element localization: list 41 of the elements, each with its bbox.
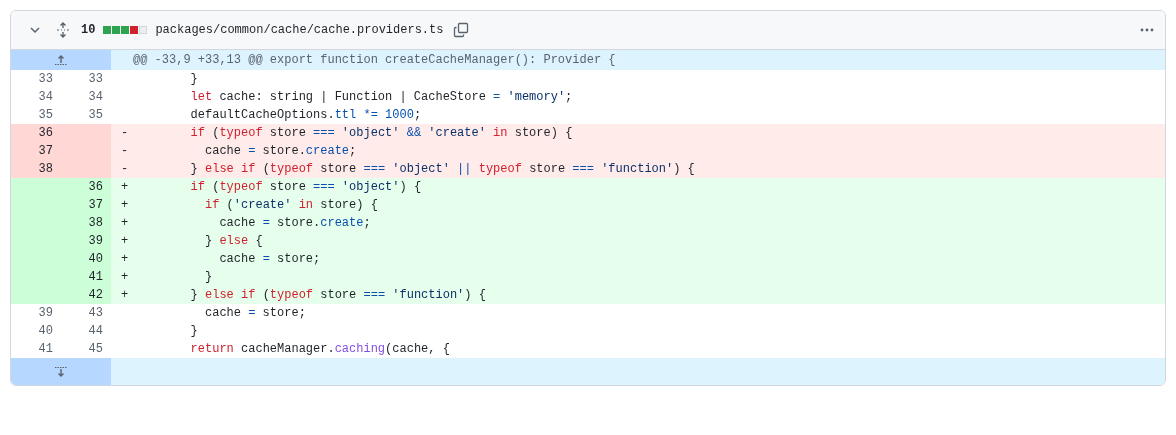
line-number[interactable]: 33 — [61, 70, 111, 88]
hunk-header: @@ -33,9 +33,13 @@ export function createCacheManager(): Provider { — [132, 52, 616, 69]
line-number[interactable]: 39 — [11, 304, 61, 322]
line-number[interactable]: 35 — [11, 106, 61, 124]
code-line: } else if (typeof store === 'object' || typeof store === 'function') { — [189, 161, 695, 178]
line-number[interactable]: 35 — [61, 106, 111, 124]
code-line: } else { — [204, 233, 263, 250]
code-line: cache = store; — [218, 251, 321, 268]
changes-count: 10 — [81, 23, 96, 37]
diff-marker: - — [120, 161, 130, 178]
code-line: if (typeof store === 'object') { — [189, 179, 422, 196]
diff-marker: + — [120, 233, 130, 250]
diff-marker: + — [120, 179, 130, 196]
diff-marker: + — [120, 251, 130, 268]
diff-marker: + — [120, 269, 130, 286]
code-line: if ('create' in store) { — [204, 197, 378, 214]
line-number[interactable]: 43 — [61, 304, 111, 322]
code-line: cache = store.create; — [218, 215, 371, 232]
line-number[interactable]: 34 — [11, 88, 61, 106]
diff-marker: + — [120, 287, 130, 304]
code-line: } — [189, 71, 198, 88]
code-line: } else if (typeof store === 'function') { — [189, 287, 486, 304]
code-line: defaultCacheOptions.ttl *= 1000; — [189, 107, 422, 124]
diff-marker: + — [120, 197, 130, 214]
diff-marker: - — [120, 143, 130, 160]
code-line: if (typeof store === 'object' && 'create' in store) { — [189, 125, 573, 142]
code-line: let cache: string | Function | CacheStore = 'memory'; — [189, 89, 573, 106]
diff-marker: + — [120, 215, 130, 232]
line-number[interactable]: 40 — [11, 322, 61, 340]
code-line: cache = store; — [204, 305, 306, 322]
code-line: } — [204, 269, 213, 286]
code-line: cache = store.create; — [204, 143, 357, 160]
line-number[interactable]: 44 — [61, 322, 111, 340]
diff-marker: - — [120, 125, 130, 142]
line-number[interactable]: 45 — [61, 340, 111, 358]
code-line: } — [189, 323, 198, 340]
line-number[interactable]: 33 — [11, 70, 61, 88]
line-number[interactable]: 41 — [11, 340, 61, 358]
code-line: return cacheManager.caching(cache, { — [189, 341, 450, 358]
line-number[interactable]: 34 — [61, 88, 111, 106]
file-path[interactable]: packages/common/cache/cache.providers.ts — [155, 23, 444, 37]
